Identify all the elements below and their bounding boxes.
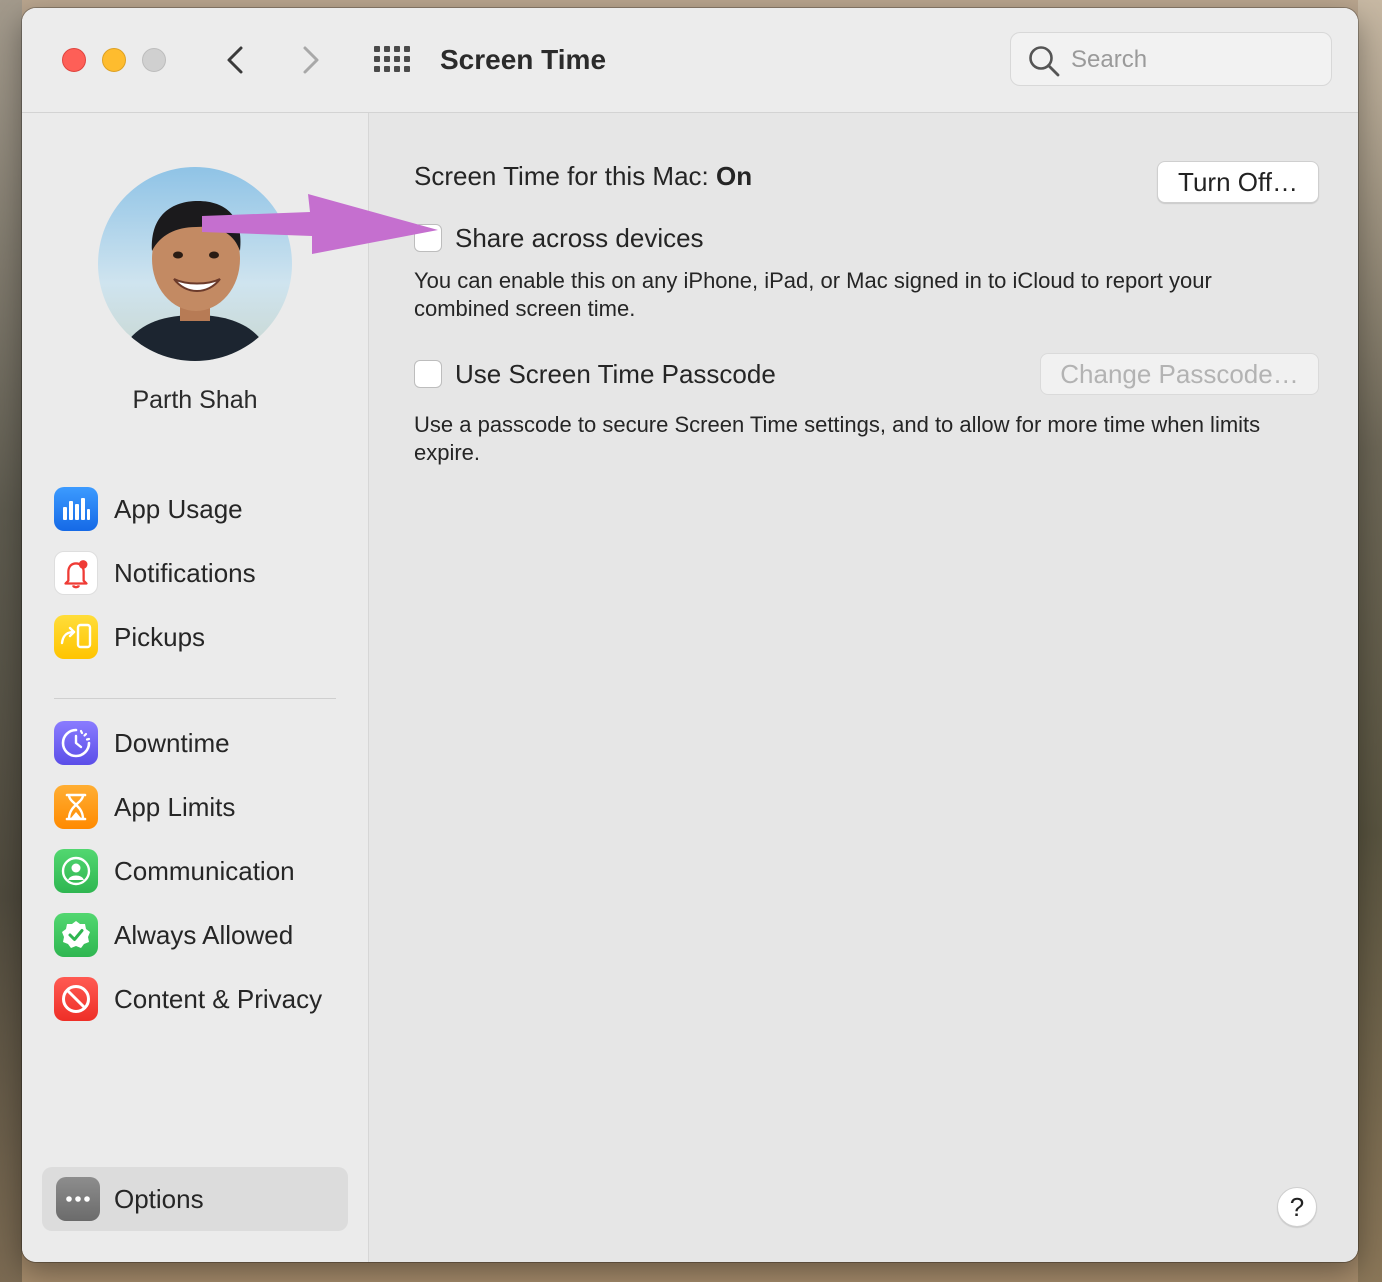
window-title: Screen Time — [440, 44, 607, 75]
grid-icon — [374, 46, 410, 72]
sidebar-item-always-allowed[interactable]: Always Allowed — [54, 910, 354, 960]
pickups-icon — [54, 615, 98, 659]
status-value: On — [716, 161, 753, 191]
sidebar-divider — [54, 698, 336, 699]
use-passcode-checkbox[interactable] — [414, 360, 442, 388]
forward-button[interactable] — [290, 40, 330, 80]
options-label: Options — [114, 1184, 204, 1214]
content-privacy-icon — [54, 977, 98, 1021]
sidebar-item-downtime[interactable]: Downtime — [54, 718, 354, 768]
sidebar-item-label: Communication — [114, 856, 295, 886]
turn-off-button[interactable]: Turn Off… — [1157, 161, 1319, 203]
sidebar-item-content-privacy[interactable]: Content & Privacy — [54, 974, 354, 1024]
sidebar-item-notifications[interactable]: Notifications — [54, 548, 354, 598]
sidebar-item-label: App Limits — [114, 792, 236, 822]
sidebar-item-app-usage[interactable]: App Usage — [54, 484, 354, 534]
sidebar: Parth Shah App Usage Notifications Picku… — [22, 113, 369, 1262]
screen-time-window: Screen Time Search Parth Shah App Usage … — [22, 8, 1358, 1262]
downtime-icon — [54, 721, 98, 765]
sidebar-item-app-limits[interactable]: App Limits — [54, 782, 354, 832]
sidebar-item-communication[interactable]: Communication — [54, 846, 354, 896]
sidebar-item-label: App Usage — [114, 494, 243, 524]
desktop-background-right — [1358, 0, 1382, 1282]
options-button[interactable]: Options — [42, 1167, 348, 1231]
notifications-bell-icon — [54, 551, 98, 595]
always-allowed-icon — [54, 913, 98, 957]
close-window-button[interactable] — [62, 48, 86, 72]
show-all-preferences-button[interactable] — [372, 42, 412, 82]
search-input[interactable] — [1071, 45, 1311, 75]
back-button[interactable] — [216, 40, 256, 80]
user-name: Parth Shah — [132, 386, 258, 414]
options-item: Options — [42, 1167, 348, 1231]
hourglass-icon — [54, 785, 98, 829]
minimize-window-button[interactable] — [102, 48, 126, 72]
app-usage-icon — [54, 487, 98, 531]
search-field[interactable] — [1010, 32, 1332, 86]
screen-time-status: Screen Time for this Mac: On — [414, 159, 752, 193]
use-passcode-label[interactable]: Use Screen Time Passcode — [455, 357, 776, 391]
ellipsis-icon — [56, 1177, 100, 1221]
sidebar-item-label: Downtime — [114, 728, 230, 758]
chevron-left-icon — [227, 46, 243, 74]
sidebar-item-label: Pickups — [114, 622, 206, 652]
sidebar-item-pickups[interactable]: Pickups — [54, 612, 354, 662]
status-prefix: Screen Time for this Mac: — [414, 161, 709, 191]
sidebar-item-label: Content & Privacy — [114, 984, 323, 1014]
chevron-right-icon — [303, 46, 319, 74]
zoom-window-button[interactable] — [142, 48, 166, 72]
search-icon — [1029, 46, 1060, 77]
annotation-arrow-icon — [202, 194, 438, 254]
sidebar-item-label: Notifications — [114, 558, 256, 588]
main-pane: Screen Time for this Mac: On Turn Off… S… — [369, 113, 1358, 1262]
share-across-devices-label[interactable]: Share across devices — [455, 221, 704, 255]
desktop-background-left — [0, 0, 22, 1282]
communication-icon — [54, 849, 98, 893]
sidebar-item-label: Always Allowed — [114, 920, 294, 950]
title-bar: Screen Time — [22, 8, 1358, 113]
passcode-description: Use a passcode to secure Screen Time set… — [414, 412, 1261, 465]
change-passcode-button: Change Passcode… — [1040, 353, 1319, 395]
help-button[interactable]: ? — [1277, 1187, 1317, 1227]
share-description: You can enable this on any iPhone, iPad,… — [414, 268, 1212, 321]
